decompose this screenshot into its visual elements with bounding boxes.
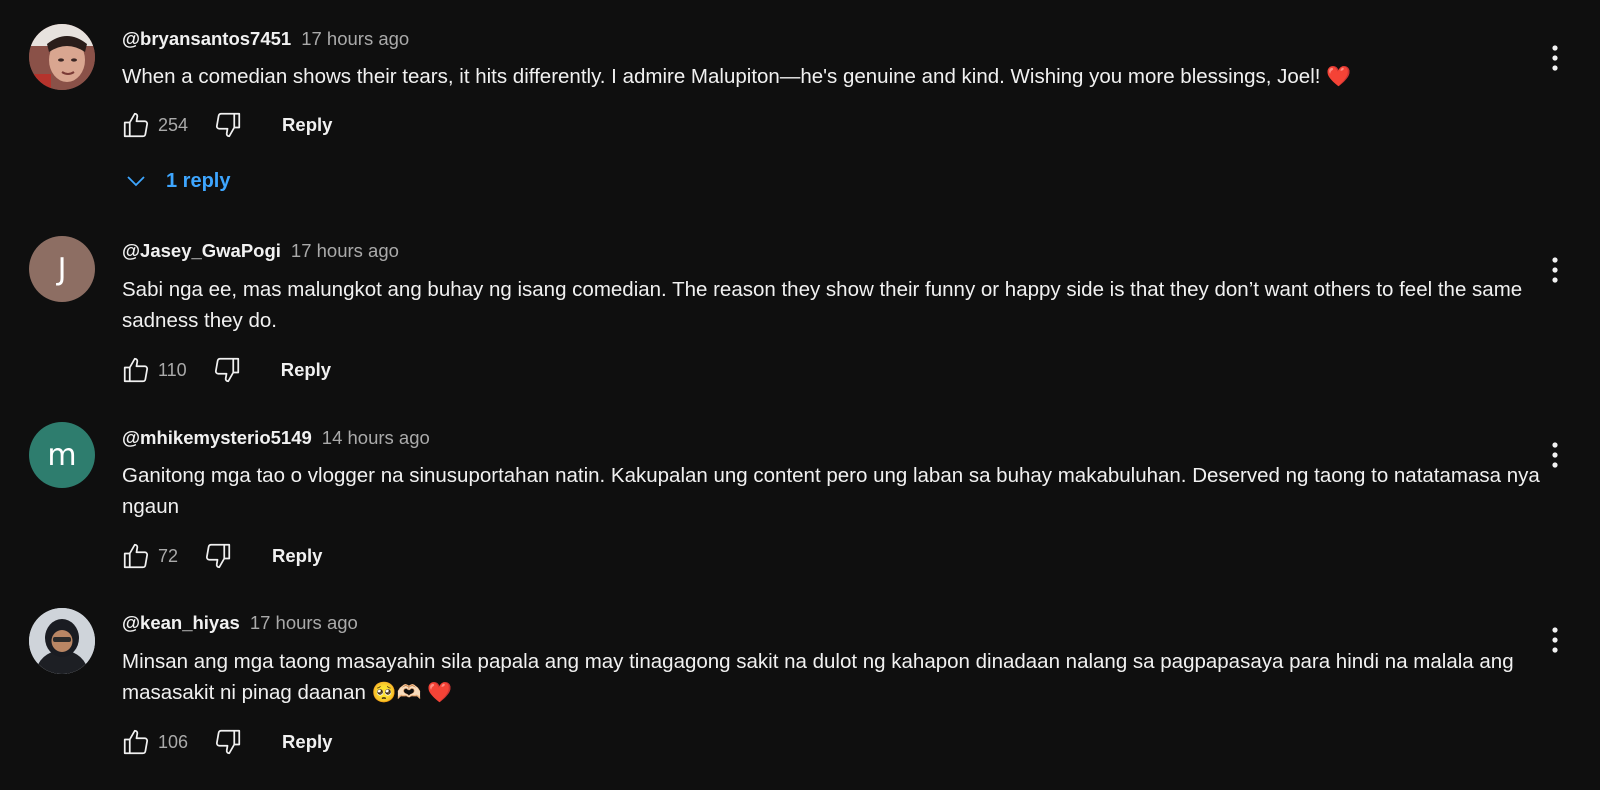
thumb-down-icon xyxy=(206,543,231,569)
reply-button[interactable]: Reply xyxy=(282,114,332,136)
comment-actions: 72 Reply xyxy=(118,538,322,574)
thumb-up-icon xyxy=(123,112,149,138)
thumb-up-icon xyxy=(123,729,149,755)
heart-emoji: ❤️ xyxy=(1326,66,1352,88)
avatar-photo xyxy=(29,24,95,90)
comment-actions: 106 Reply xyxy=(118,724,332,760)
comment-menu-button[interactable] xyxy=(1542,252,1568,288)
chevron-down-icon xyxy=(127,176,145,187)
comment-text: Ganitong mga tao o vlogger na sinusuport… xyxy=(122,464,1540,518)
thumb-up-icon xyxy=(123,357,149,383)
thumb-down-icon xyxy=(214,357,239,383)
more-vert-icon xyxy=(1552,257,1558,283)
comments-section: @bryansantos7451 17 hours ago When a com… xyxy=(0,0,1600,790)
comment-actions: 254 Reply xyxy=(118,107,332,143)
dislike-button[interactable] xyxy=(209,352,245,388)
comment-actions: 110 Reply xyxy=(118,352,331,388)
comment-author[interactable]: @bryansantos7451 xyxy=(122,28,291,50)
more-vert-icon xyxy=(1552,45,1558,71)
comment-text: Minsan ang mga taong masayahin sila papa… xyxy=(122,646,1542,709)
dislike-button[interactable] xyxy=(210,724,246,760)
comment-timestamp[interactable]: 17 hours ago xyxy=(291,240,399,262)
like-count: 72 xyxy=(158,545,179,566)
like-count: 106 xyxy=(158,731,189,752)
thumb-down-icon xyxy=(216,729,241,755)
thumb-up-icon xyxy=(123,543,149,569)
avatar[interactable] xyxy=(29,24,95,90)
like-count: 254 xyxy=(158,114,189,135)
avatar[interactable] xyxy=(29,608,95,674)
like-button[interactable] xyxy=(118,352,154,388)
avatar-letter: m xyxy=(47,437,77,473)
dislike-button[interactable] xyxy=(200,538,236,574)
avatar[interactable]: J xyxy=(29,236,95,302)
emoji-group: 🥺🫶🏻 ❤️ xyxy=(371,682,452,704)
reply-button[interactable]: Reply xyxy=(272,545,322,567)
comment-timestamp[interactable]: 17 hours ago xyxy=(250,612,358,634)
comment-menu-button[interactable] xyxy=(1542,437,1568,473)
comment-text-content: When a comedian shows their tears, it hi… xyxy=(122,65,1321,88)
more-vert-icon xyxy=(1552,627,1558,653)
comment-author[interactable]: @Jasey_GwaPogi xyxy=(122,240,281,262)
avatar[interactable]: m xyxy=(29,422,95,488)
more-vert-icon xyxy=(1552,442,1558,468)
like-count: 110 xyxy=(158,359,187,380)
reply-button[interactable]: Reply xyxy=(281,359,331,381)
like-button[interactable] xyxy=(118,107,154,143)
comment-text: When a comedian shows their tears, it hi… xyxy=(122,61,1542,93)
comment-text-content: Minsan ang mga taong masayahin sila papa… xyxy=(122,650,1514,704)
view-replies-button[interactable]: 1 reply xyxy=(124,163,230,199)
comment-text: Sabi nga ee, mas malungkot ang buhay ng … xyxy=(122,278,1523,332)
comment-menu-button[interactable] xyxy=(1542,40,1568,76)
like-button[interactable] xyxy=(118,724,154,760)
comment-timestamp[interactable]: 14 hours ago xyxy=(322,427,430,449)
avatar-letter: J xyxy=(57,251,67,287)
dislike-button[interactable] xyxy=(210,107,246,143)
reply-button[interactable]: Reply xyxy=(282,731,332,753)
replies-count-label: 1 reply xyxy=(166,169,231,192)
avatar-photo xyxy=(29,608,95,674)
like-button[interactable] xyxy=(118,538,154,574)
comment-author[interactable]: @kean_hiyas xyxy=(122,612,240,634)
comment-menu-button[interactable] xyxy=(1542,622,1568,658)
comment-timestamp[interactable]: 17 hours ago xyxy=(301,28,409,50)
comment-author[interactable]: @mhikemysterio5149 xyxy=(122,427,312,449)
thumb-down-icon xyxy=(216,112,241,138)
